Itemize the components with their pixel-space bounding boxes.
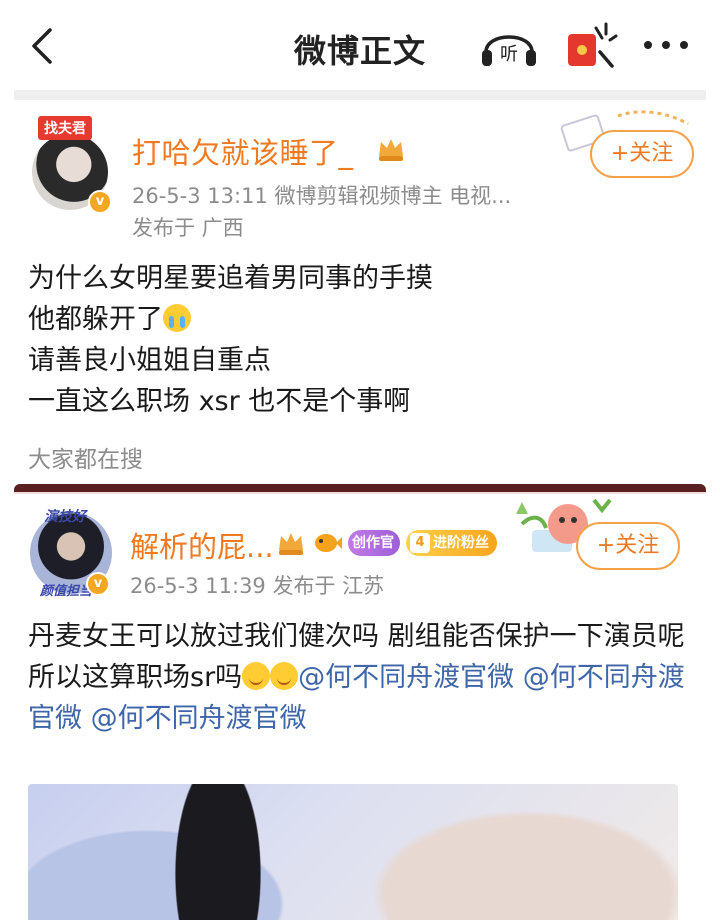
headphones-listen-icon[interactable]: 听 (478, 22, 540, 70)
crying-emoji-icon (163, 304, 191, 332)
avatar-tag-top: 演技好 (44, 509, 86, 525)
post-line: 他都躲开了 (28, 299, 433, 340)
follow-button[interactable]: +关注 (590, 130, 694, 178)
fish-badge-icon (315, 534, 342, 552)
crown-member-icon (279, 533, 303, 555)
comment-photo[interactable] (28, 784, 678, 920)
post-line: 为什么女明星要追着男同事的手摸 (28, 263, 433, 294)
avatar-tag-bottom: 颜值担当 (40, 584, 93, 599)
weibo-post-card: 找夫君 v 打哈欠就该睡了_ 26-5-3 13:11 微博剪辑视频博主 电视.… (14, 100, 706, 484)
author-name[interactable]: 打哈欠就该睡了_ (132, 130, 354, 172)
avatar-tag: 找夫君 (38, 116, 92, 140)
post-time-and-bio: 26-5-3 13:11 微博剪辑视频博主 电视... (132, 184, 512, 208)
commenter-name[interactable]: 解析的屁... (130, 524, 274, 566)
comment-card: 演技好 颜值担当 v 解析的屁... 创作官 4 进阶粉丝 +关注 26-5-3 … (14, 492, 706, 920)
red-packet-icon[interactable] (562, 20, 618, 72)
post-line: 请善良小姐姐自重点 (28, 345, 271, 376)
follow-button[interactable]: +关注 (576, 522, 680, 570)
verified-badge-icon: v (88, 190, 112, 214)
smile-emoji-icon (242, 662, 271, 690)
comment-time-location: 26-5-3 11:39 发布于 江苏 (130, 574, 385, 598)
listen-label: 听 (500, 44, 518, 65)
section-divider (14, 90, 706, 100)
mention-link[interactable]: @何不同舟渡官微 (91, 703, 307, 734)
fan-level-number: 4 (410, 533, 430, 553)
crown-member-icon (379, 139, 403, 161)
comment-body: 丹麦女王可以放过我们健次吗 剧组能否保护一下演员呢 所以这算职场sr吗 @何不同舟… (28, 616, 696, 739)
more-options-icon[interactable] (640, 30, 692, 60)
verified-badge-icon: v (86, 572, 110, 596)
post-body: 为什么女明星要追着男同事的手摸 他都躲开了 请善良小姐姐自重点 一直这么职场 x… (28, 258, 433, 422)
everyone-searching-label[interactable]: 大家都在搜 (28, 440, 143, 474)
mention-link[interactable]: @何不同舟渡官微 (298, 662, 514, 693)
user-badges: 创作官 4 进阶粉丝 (276, 528, 497, 558)
author-avatar[interactable]: 找夫君 v (32, 116, 112, 216)
post-line: 一直这么职场 xsr 也不是个事啊 (28, 386, 411, 417)
fan-level-badge[interactable]: 4 进阶粉丝 (406, 530, 497, 556)
post-location: 发布于 广西 (132, 216, 244, 240)
smile-emoji-icon (270, 662, 299, 690)
fan-level-label: 进阶粉丝 (433, 535, 489, 551)
top-navigation-bar: 微博正文 听 (0, 0, 720, 92)
creator-badge[interactable]: 创作官 (348, 530, 400, 556)
